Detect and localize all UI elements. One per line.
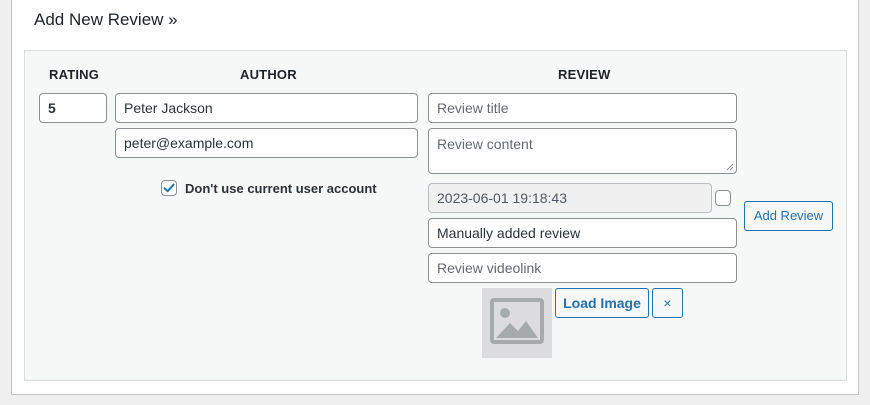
review-videolink-input[interactable]: Review videolink [428, 253, 737, 283]
load-image-button[interactable]: Load Image [555, 288, 649, 318]
review-column-header: REVIEW [558, 67, 611, 82]
remove-image-button[interactable]: × [652, 288, 683, 318]
checkmark-icon [163, 183, 175, 193]
review-content-placeholder: Review content [437, 136, 533, 152]
author-column-header: AUTHOR [240, 67, 297, 82]
author-email-input[interactable]: peter@example.com [115, 128, 418, 158]
dont-use-account-label: Don't use current user account [185, 181, 377, 196]
review-title-input[interactable]: Review title [428, 93, 737, 123]
rating-input[interactable]: 5 [39, 93, 107, 123]
rating-column-header: RATING [49, 67, 100, 82]
image-placeholder-icon [482, 288, 552, 358]
dont-use-account-checkbox[interactable] [161, 180, 177, 196]
edit-date-checkbox[interactable] [715, 190, 731, 206]
add-review-button[interactable]: Add Review [744, 201, 833, 231]
resize-grip-icon[interactable] [726, 163, 734, 171]
card-title: Add New Review » [34, 10, 178, 29]
review-date-input: 2023-06-01 19:18:43 [428, 183, 712, 213]
author-name-input[interactable]: Peter Jackson [115, 93, 418, 123]
review-source-input[interactable]: Manually added review [428, 218, 737, 248]
review-content-textarea[interactable]: Review content [428, 128, 737, 174]
